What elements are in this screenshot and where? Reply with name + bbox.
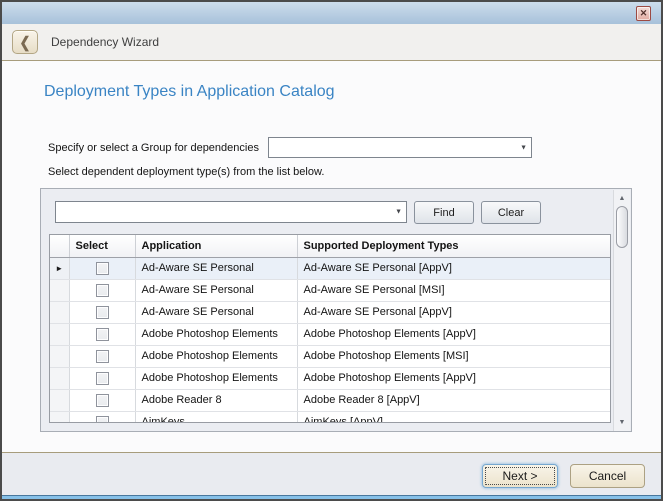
application-cell: Adobe Photoshop Elements — [135, 367, 297, 389]
table-row[interactable]: AimKeys AimKeys [AppV] — [50, 411, 610, 423]
deployment-list-panel: ▼ Find Clear Select Application Supporte… — [40, 188, 632, 432]
select-cell — [69, 411, 135, 423]
row-checkbox[interactable] — [96, 284, 109, 297]
column-header-marker — [50, 235, 69, 257]
deployment-type-cell: Adobe Photoshop Elements [AppV] — [297, 367, 610, 389]
row-checkbox[interactable] — [96, 372, 109, 385]
column-header-deployment[interactable]: Supported Deployment Types — [297, 235, 610, 257]
row-selector-cell: ► — [50, 257, 69, 279]
table-row[interactable]: Adobe Photoshop Elements Adobe Photoshop… — [50, 323, 610, 345]
search-combobox-input[interactable] — [58, 203, 390, 221]
deployment-type-cell: Ad-Aware SE Personal [AppV] — [297, 301, 610, 323]
column-header-select[interactable]: Select — [69, 235, 135, 257]
application-cell: AimKeys — [135, 411, 297, 423]
table-row[interactable]: Adobe Photoshop Elements Adobe Photoshop… — [50, 345, 610, 367]
group-combobox-dropdown-icon[interactable]: ▼ — [520, 144, 527, 151]
deployment-type-cell: Adobe Photoshop Elements [MSI] — [297, 345, 610, 367]
row-checkbox[interactable] — [96, 328, 109, 341]
row-selector-cell — [50, 367, 69, 389]
wizard-content: Deployment Types in Application Catalog … — [2, 61, 661, 453]
table-header-row: Select Application Supported Deployment … — [50, 235, 610, 257]
application-cell: Adobe Reader 8 — [135, 389, 297, 411]
dependency-wizard-window: ✕ ❮ Dependency Wizard Deployment Types i… — [0, 0, 663, 501]
application-cell: Ad-Aware SE Personal — [135, 257, 297, 279]
wizard-title: Dependency Wizard — [51, 35, 159, 49]
search-combobox[interactable]: ▼ — [55, 201, 407, 223]
table-row[interactable]: Adobe Reader 8 Adobe Reader 8 [AppV] — [50, 389, 610, 411]
titlebar[interactable]: ✕ — [2, 2, 661, 24]
select-cell — [69, 301, 135, 323]
application-cell: Adobe Photoshop Elements — [135, 345, 297, 367]
group-combobox[interactable]: ▼ — [268, 137, 532, 158]
clear-button[interactable]: Clear — [481, 201, 541, 224]
search-combobox-dropdown-icon[interactable]: ▼ — [395, 209, 402, 216]
table-row[interactable]: Adobe Photoshop Elements Adobe Photoshop… — [50, 367, 610, 389]
select-cell — [69, 323, 135, 345]
wizard-footer: Next > Cancel — [2, 452, 661, 495]
deployment-type-cell: Adobe Reader 8 [AppV] — [297, 389, 610, 411]
select-cell — [69, 367, 135, 389]
close-button[interactable]: ✕ — [636, 6, 651, 21]
deployment-type-cell: Ad-Aware SE Personal [MSI] — [297, 279, 610, 301]
row-selector-cell — [50, 389, 69, 411]
deployment-grid: Select Application Supported Deployment … — [49, 234, 611, 423]
row-selector-cell — [50, 279, 69, 301]
table-row[interactable]: ► Ad-Aware SE Personal Ad-Aware SE Perso… — [50, 257, 610, 279]
find-button[interactable]: Find — [414, 201, 474, 224]
row-selector-cell — [50, 323, 69, 345]
row-checkbox[interactable] — [96, 262, 109, 275]
table-row[interactable]: Ad-Aware SE Personal Ad-Aware SE Persona… — [50, 301, 610, 323]
row-checkbox[interactable] — [96, 416, 109, 424]
column-header-application[interactable]: Application — [135, 235, 297, 257]
scroll-down-icon[interactable]: ▼ — [614, 414, 630, 431]
wizard-header: ❮ Dependency Wizard — [2, 24, 661, 61]
back-chevron-icon: ❮ — [20, 35, 31, 50]
next-button[interactable]: Next > — [482, 464, 558, 488]
row-checkbox[interactable] — [96, 394, 109, 407]
scroll-up-icon[interactable]: ▲ — [614, 190, 630, 207]
back-button[interactable]: ❮ — [12, 30, 38, 54]
application-cell: Ad-Aware SE Personal — [135, 301, 297, 323]
panel-scrollbar[interactable]: ▲ ▼ — [613, 190, 630, 431]
row-selector-cell — [50, 411, 69, 423]
table-row[interactable]: Ad-Aware SE Personal Ad-Aware SE Persona… — [50, 279, 610, 301]
deployment-type-cell: Ad-Aware SE Personal [AppV] — [297, 257, 610, 279]
page-title: Deployment Types in Application Catalog — [44, 83, 335, 101]
grid-body: ► Ad-Aware SE Personal Ad-Aware SE Perso… — [50, 257, 610, 423]
group-field-label: Specify or select a Group for dependenci… — [48, 142, 259, 154]
window-bottom-edge — [2, 495, 661, 499]
deployment-table: Select Application Supported Deployment … — [50, 235, 611, 423]
deployment-type-cell: AimKeys [AppV] — [297, 411, 610, 423]
select-cell — [69, 279, 135, 301]
application-cell: Adobe Photoshop Elements — [135, 323, 297, 345]
select-cell — [69, 345, 135, 367]
group-combobox-input[interactable] — [271, 139, 515, 156]
cancel-button[interactable]: Cancel — [570, 464, 645, 488]
select-cell — [69, 389, 135, 411]
row-checkbox[interactable] — [96, 350, 109, 363]
deployment-type-cell: Adobe Photoshop Elements [AppV] — [297, 323, 610, 345]
row-selector-cell — [50, 301, 69, 323]
list-instruction: Select dependent deployment type(s) from… — [48, 166, 324, 178]
row-selector-cell — [50, 345, 69, 367]
close-icon: ✕ — [640, 9, 648, 18]
row-checkbox[interactable] — [96, 306, 109, 319]
scrollbar-thumb[interactable] — [616, 206, 628, 248]
application-cell: Ad-Aware SE Personal — [135, 279, 297, 301]
select-cell — [69, 257, 135, 279]
